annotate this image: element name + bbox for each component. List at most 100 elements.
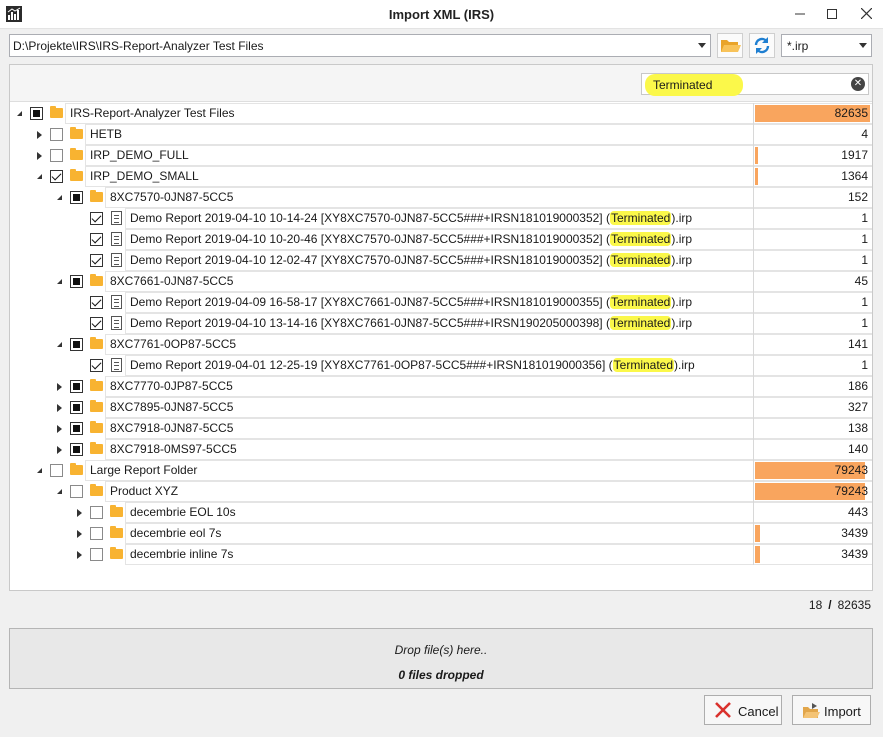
tree-row[interactable]: 8XC7918-0JN87-5CC5 138: [10, 418, 872, 439]
maximize-button[interactable]: [815, 0, 849, 29]
shown-count: 18: [808, 598, 823, 612]
cancel-button[interactable]: Cancel: [704, 695, 782, 725]
count-cell: 3439: [753, 544, 872, 565]
document-icon: [111, 253, 122, 267]
tree-row[interactable]: 8XC7770-0JP87-5CC5 186: [10, 376, 872, 397]
drop-hint: Drop file(s) here..: [394, 643, 488, 657]
tree-item-label: decembrie inline 7s: [130, 547, 233, 561]
folder-icon: [70, 169, 83, 181]
collapsed-arrow-icon[interactable]: [77, 551, 82, 559]
document-icon: [111, 211, 122, 225]
tree-row[interactable]: 8XC7570-0JN87-5CC5 152: [10, 187, 872, 208]
tree-checkbox[interactable]: [90, 548, 103, 561]
minimize-button[interactable]: [783, 0, 817, 29]
tree-checkbox[interactable]: [90, 212, 103, 225]
expanded-arrow-icon[interactable]: [17, 111, 22, 116]
expanded-arrow-icon[interactable]: [37, 468, 42, 473]
document-icon: [111, 358, 122, 372]
collapsed-arrow-icon[interactable]: [57, 446, 62, 454]
label-text: IRS-Report-Analyzer Test Files: [70, 106, 235, 120]
drop-zone[interactable]: Drop file(s) here.. 0 files dropped: [9, 628, 873, 689]
tree-checkbox[interactable]: [70, 443, 83, 456]
expanded-arrow-icon[interactable]: [57, 195, 62, 200]
file-filter-combobox[interactable]: *.irp: [781, 34, 872, 57]
tree-row[interactable]: decembrie inline 7s 3439: [10, 544, 872, 565]
tree-checkbox[interactable]: [50, 149, 63, 162]
refresh-button[interactable]: [749, 33, 775, 58]
label-text: decembrie EOL 10s: [130, 505, 236, 519]
collapsed-arrow-icon[interactable]: [57, 425, 62, 433]
tree-row[interactable]: HETB 4: [10, 124, 872, 145]
tree-checkbox[interactable]: [90, 527, 103, 540]
tree-row[interactable]: 8XC7761-0OP87-5CC5 141: [10, 334, 872, 355]
tree-row[interactable]: 8XC7895-0JN87-5CC5 327: [10, 397, 872, 418]
tree-row[interactable]: decembrie eol 7s 3439: [10, 523, 872, 544]
clear-search-icon[interactable]: ✕: [851, 77, 865, 91]
tree-checkbox[interactable]: [70, 191, 83, 204]
close-button[interactable]: [849, 0, 883, 29]
label-suffix: ).irp: [671, 253, 693, 267]
tree-checkbox[interactable]: [90, 254, 103, 267]
tree-row[interactable]: Product XYZ 79243: [10, 481, 872, 502]
expanded-arrow-icon[interactable]: [37, 174, 42, 179]
tree-checkbox[interactable]: [50, 170, 63, 183]
tree-row[interactable]: 8XC7661-0JN87-5CC5 45: [10, 271, 872, 292]
tree-checkbox[interactable]: [90, 233, 103, 246]
tree-row[interactable]: Demo Report 2019-04-10 13-14-16 [XY8XC76…: [10, 313, 872, 334]
tree-row[interactable]: IRP_DEMO_SMALL 1364: [10, 166, 872, 187]
tree-checkbox[interactable]: [50, 128, 63, 141]
tree-row[interactable]: Demo Report 2019-04-10 10-14-24 [XY8XC75…: [10, 208, 872, 229]
collapsed-arrow-icon[interactable]: [57, 404, 62, 412]
count-cell: 443: [753, 502, 872, 523]
tree-row[interactable]: Demo Report 2019-04-10 10-20-46 [XY8XC75…: [10, 229, 872, 250]
collapsed-arrow-icon[interactable]: [37, 131, 42, 139]
tree-row[interactable]: Large Report Folder 79243: [10, 460, 872, 481]
tree-row[interactable]: decembrie EOL 10s 443: [10, 502, 872, 523]
tree-checkbox[interactable]: [90, 359, 103, 372]
expanded-arrow-icon[interactable]: [57, 279, 62, 284]
count-cell: 1364: [753, 166, 872, 187]
expanded-arrow-icon[interactable]: [57, 489, 62, 494]
tree-checkbox[interactable]: [90, 296, 103, 309]
tree-checkbox[interactable]: [70, 275, 83, 288]
collapsed-arrow-icon[interactable]: [37, 152, 42, 160]
tree-checkbox[interactable]: [70, 380, 83, 393]
tree-row[interactable]: Demo Report 2019-04-10 12-02-47 [XY8XC75…: [10, 250, 872, 271]
label-text: decembrie eol 7s: [130, 526, 222, 540]
label-text: Demo Report 2019-04-10 10-14-24 [XY8XC75…: [130, 211, 610, 225]
folder-icon: [90, 421, 103, 433]
tree-checkbox[interactable]: [90, 317, 103, 330]
tree-item-label: decembrie eol 7s: [130, 526, 221, 540]
tree-row[interactable]: Demo Report 2019-04-09 16-58-17 [XY8XC76…: [10, 292, 872, 313]
folder-icon: [90, 274, 103, 286]
title-bar: Import XML (IRS): [0, 0, 883, 29]
tree-checkbox[interactable]: [70, 401, 83, 414]
tree-checkbox[interactable]: [50, 464, 63, 477]
tree-checkbox[interactable]: [70, 338, 83, 351]
open-folder-button[interactable]: [717, 33, 743, 58]
tree-row[interactable]: Demo Report 2019-04-01 12-25-19 [XY8XC77…: [10, 355, 872, 376]
tree-checkbox[interactable]: [90, 506, 103, 519]
label-text: 8XC7895-0JN87-5CC5: [110, 400, 234, 414]
folder-icon: [110, 526, 123, 538]
tree-item-label: Demo Report 2019-04-09 16-58-17 [XY8XC76…: [130, 295, 692, 309]
path-combobox[interactable]: D:\Projekte\IRS\IRS-Report-Analyzer Test…: [9, 34, 711, 57]
tree-checkbox[interactable]: [70, 485, 83, 498]
chevron-down-icon: [859, 43, 867, 48]
collapsed-arrow-icon[interactable]: [77, 530, 82, 538]
total-count: 82635: [837, 598, 871, 612]
import-button[interactable]: Import: [792, 695, 871, 725]
tree-row[interactable]: 8XC7918-0MS97-5CC5 140: [10, 439, 872, 460]
tree-row[interactable]: IRS-Report-Analyzer Test Files 82635: [10, 103, 872, 124]
tree-item-label: Demo Report 2019-04-01 12-25-19 [XY8XC77…: [130, 358, 695, 372]
collapsed-arrow-icon[interactable]: [57, 383, 62, 391]
search-input[interactable]: Terminated ✕: [641, 73, 869, 96]
collapsed-arrow-icon[interactable]: [77, 509, 82, 517]
tree-checkbox[interactable]: [70, 422, 83, 435]
tree-row[interactable]: IRP_DEMO_FULL 1917: [10, 145, 872, 166]
count-value: 1: [861, 253, 868, 267]
folder-icon: [90, 442, 103, 454]
label-text: Large Report Folder: [90, 463, 198, 477]
tree-checkbox[interactable]: [30, 107, 43, 120]
expanded-arrow-icon[interactable]: [57, 342, 62, 347]
